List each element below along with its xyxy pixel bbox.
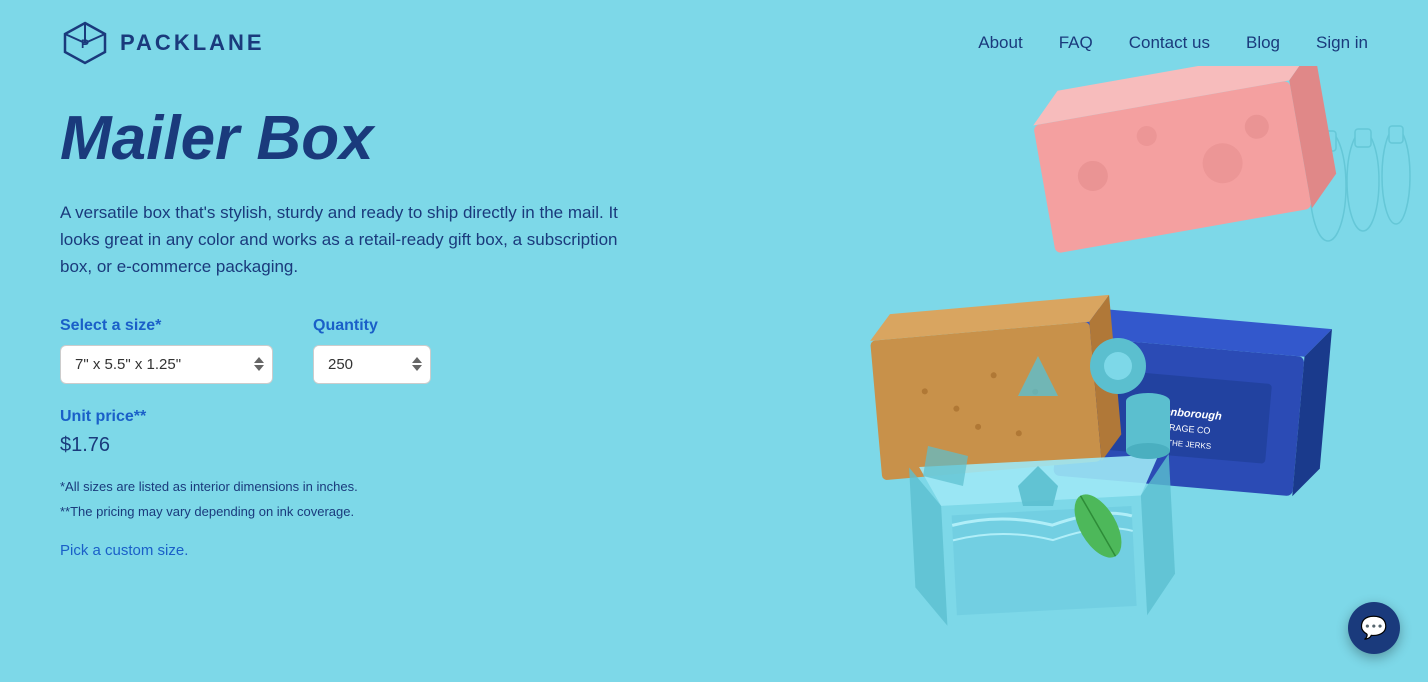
nav-faq[interactable]: FAQ xyxy=(1059,33,1093,53)
quantity-arrow-up[interactable] xyxy=(412,357,422,363)
size-arrow-up[interactable] xyxy=(254,357,264,363)
logo-icon: P xyxy=(60,18,110,68)
size-select-wrapper[interactable] xyxy=(60,345,273,384)
nav-signin[interactable]: Sign in xyxy=(1316,33,1368,53)
unit-price-section: Unit price** $1.76 xyxy=(60,408,660,457)
product-image-area: Cannonborough BEVERAGE CO FROM THE JERKS xyxy=(660,106,1368,646)
product-image-container: Cannonborough BEVERAGE CO FROM THE JERKS xyxy=(808,66,1428,626)
custom-size-link[interactable]: Pick a custom size. xyxy=(60,542,188,559)
quantity-input[interactable] xyxy=(314,346,404,383)
svg-text:P: P xyxy=(81,37,89,51)
nav-about[interactable]: About xyxy=(978,33,1022,53)
footnote-1: *All sizes are listed as interior dimens… xyxy=(60,477,660,497)
chat-icon: 💬 xyxy=(1360,615,1387,641)
quantity-field-group: Quantity xyxy=(313,317,431,384)
size-label: Select a size* xyxy=(60,317,273,335)
main-nav: About FAQ Contact us Blog Sign in xyxy=(978,33,1368,53)
size-field-group: Select a size* xyxy=(60,317,273,384)
footnote-2: **The pricing may vary depending on ink … xyxy=(60,502,660,522)
size-spinner-arrows[interactable] xyxy=(246,353,272,375)
price-value: $1.76 xyxy=(60,434,660,457)
nav-blog[interactable]: Blog xyxy=(1246,33,1280,53)
nav-contact[interactable]: Contact us xyxy=(1129,33,1210,53)
unit-price-label: Unit price** xyxy=(60,408,660,426)
size-arrow-down[interactable] xyxy=(254,365,264,371)
quantity-label: Quantity xyxy=(313,317,431,335)
quantity-spinner-arrows[interactable] xyxy=(404,353,430,375)
size-input[interactable] xyxy=(61,346,246,383)
quantity-wrapper[interactable] xyxy=(313,345,431,384)
product-description: A versatile box that's stylish, sturdy a… xyxy=(60,199,640,281)
quantity-arrow-down[interactable] xyxy=(412,365,422,371)
logo-text: PACKLANE xyxy=(120,30,265,56)
logo[interactable]: P PACKLANE xyxy=(60,18,265,68)
boxes-illustration: Cannonborough BEVERAGE CO FROM THE JERKS xyxy=(808,66,1428,626)
page-title: Mailer Box xyxy=(60,106,660,171)
form-row: Select a size* Quantity xyxy=(60,317,660,384)
content-left: Mailer Box A versatile box that's stylis… xyxy=(60,106,660,646)
chat-button[interactable]: 💬 xyxy=(1348,602,1400,654)
